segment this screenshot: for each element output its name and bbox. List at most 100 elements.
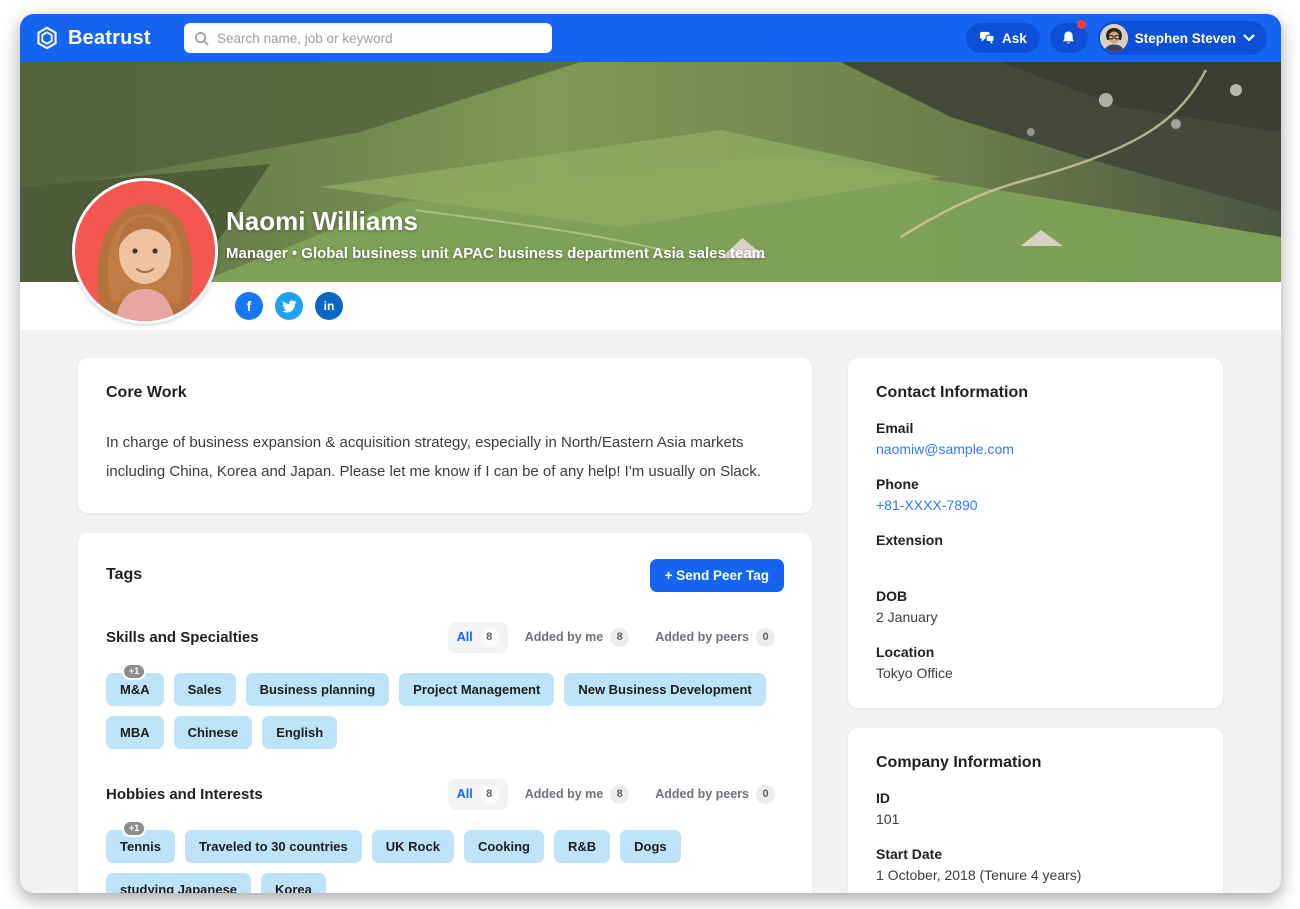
send-peer-tag-button[interactable]: + Send Peer Tag [649,558,784,592]
profile-avatar[interactable] [72,178,218,324]
tag-label: Cooking [477,838,530,854]
profile-identity: Naomi Williams Manager • Global business… [226,206,765,262]
field-email: Email naomiw@sample.com [876,420,1195,458]
filter-all[interactable]: All 8 [447,621,508,653]
filter-count: 8 [610,784,630,804]
filter-count: 8 [610,627,630,647]
tag[interactable]: R&B [553,829,611,863]
tag[interactable]: New Business Development [564,672,766,706]
tag[interactable]: UK Rock [371,829,454,863]
tag[interactable]: studying Japanese [106,872,252,894]
filter-added-by-me[interactable]: Added by me 8 [516,779,639,810]
linkedin-icon[interactable]: in [315,292,343,320]
brand-logo[interactable]: Beatrust [34,25,170,51]
filter-count: 0 [756,627,775,647]
global-search[interactable] [184,23,552,53]
beatrust-hexagon-logo-icon [34,25,60,51]
field-start-date: Start Date 1 October, 2018 (Tenure 4 yea… [876,846,1195,884]
core-work-body: In charge of business expansion & acquis… [106,434,761,481]
field-id: ID 101 [876,790,1195,828]
tag[interactable]: Dogs [620,829,681,863]
field-value [876,553,1195,570]
core-work-title: Core Work [106,384,187,401]
field-extension: Extension [876,532,1195,570]
filter-count: 8 [479,627,499,647]
tag-label: MBA [120,724,150,740]
filter-count: 0 [756,784,775,804]
main-content: Core Work In charge of business expansio… [20,330,1281,893]
search-input[interactable] [217,30,542,46]
tag-label: UK Rock [385,838,440,854]
core-work-card: Core Work In charge of business expansio… [78,358,812,513]
field-label: DOB [876,588,908,604]
right-column: Contact Information Email naomiw@sample.… [848,358,1223,893]
filter-label: All [456,630,473,644]
field-label: Start Date [876,846,943,862]
section-title: Skills and Specialties [106,628,259,646]
phone-link[interactable]: +81-XXXX-7890 [876,497,1195,514]
contact-information-card: Contact Information Email naomiw@sample.… [848,358,1223,708]
filter-added-by-peers[interactable]: Added by peers 0 [646,622,784,653]
tag[interactable]: Chinese [173,715,253,749]
filter-label: Added by me [524,787,604,801]
twitter-icon[interactable] [275,292,303,320]
tag-list: M&A +1 Sales Business planning Project Manag… [106,662,784,749]
field-value: 2 January [876,609,938,625]
profile-title: Manager • Global business unit APAC busi… [226,245,766,262]
user-menu[interactable]: Stephen Steven [1097,21,1267,55]
tag[interactable]: Traveled to 30 countries [184,829,362,863]
tag[interactable]: Korea [261,872,326,894]
tag-plus-badge: +1 [122,662,147,680]
notification-badge-dot [1076,20,1086,29]
ask-button[interactable]: Ask [965,23,1040,53]
field-value: 101 [876,811,900,827]
chat-bubbles-icon [979,31,995,45]
brand-name: Beatrust [68,26,151,49]
ask-label: Ask [1001,30,1027,46]
tag[interactable]: English [262,715,338,749]
social-links-bar: f in [20,282,1281,330]
filter-added-by-peers[interactable]: Added by peers 0 [646,779,784,810]
field-label: Location [876,644,935,660]
tag-label: Business planning [259,681,376,697]
app-window: Beatrust Search name, job or keyword Ask… [20,14,1281,893]
field-label: Extension [876,532,943,548]
tag-plus-badge: +1 [122,819,147,837]
filter-count: 8 [479,784,499,804]
tag-label: Korea [275,881,312,894]
facebook-icon[interactable]: f [235,292,263,320]
tag[interactable]: Project Management [399,672,555,706]
field-label: Email [876,420,914,436]
section-title: Hobbies and Interests [106,785,263,803]
tag-label: Tennis [120,838,161,854]
user-avatar [1099,24,1128,52]
tag[interactable]: M&A +1 [106,662,164,706]
user-name: Stephen Steven [1134,30,1236,46]
filter-label: Added by me [524,630,604,644]
tag-label: Dogs [634,838,667,854]
field-location: Location Tokyo Office [876,644,1195,682]
filter-added-by-me[interactable]: Added by me 8 [516,622,639,653]
email-link[interactable]: naomiw@sample.com [876,441,1195,458]
filter-all[interactable]: All 8 [447,778,508,810]
tag-label: Chinese [187,724,239,740]
tag[interactable]: MBA [106,715,164,749]
tag-label: Sales [187,681,222,697]
company-information-card: Company Information ID 101 Start Date 1 … [848,728,1223,893]
company-title: Company Information [876,754,1042,771]
contact-title: Contact Information [876,384,1028,401]
tags-title: Tags [106,566,143,583]
tag[interactable]: Sales [173,672,236,706]
tag[interactable]: Business planning [245,672,390,706]
tag[interactable]: Cooking [463,829,544,863]
notifications-button[interactable] [1049,20,1088,53]
tag-label: studying Japanese [120,881,238,894]
section-skills: Skills and Specialties All 8 Added by me… [106,621,784,749]
top-right-controls: Ask Stephen Steven [965,20,1267,55]
chevron-down-icon [1243,34,1255,42]
field-phone: Phone +81-XXXX-7890 [876,476,1195,514]
profile-name: Naomi Williams [226,206,418,236]
page: Beatrust Search name, job or keyword Ask… [0,0,1300,909]
left-column: Core Work In charge of business expansio… [78,358,812,893]
tag[interactable]: Tennis +1 [106,819,175,863]
